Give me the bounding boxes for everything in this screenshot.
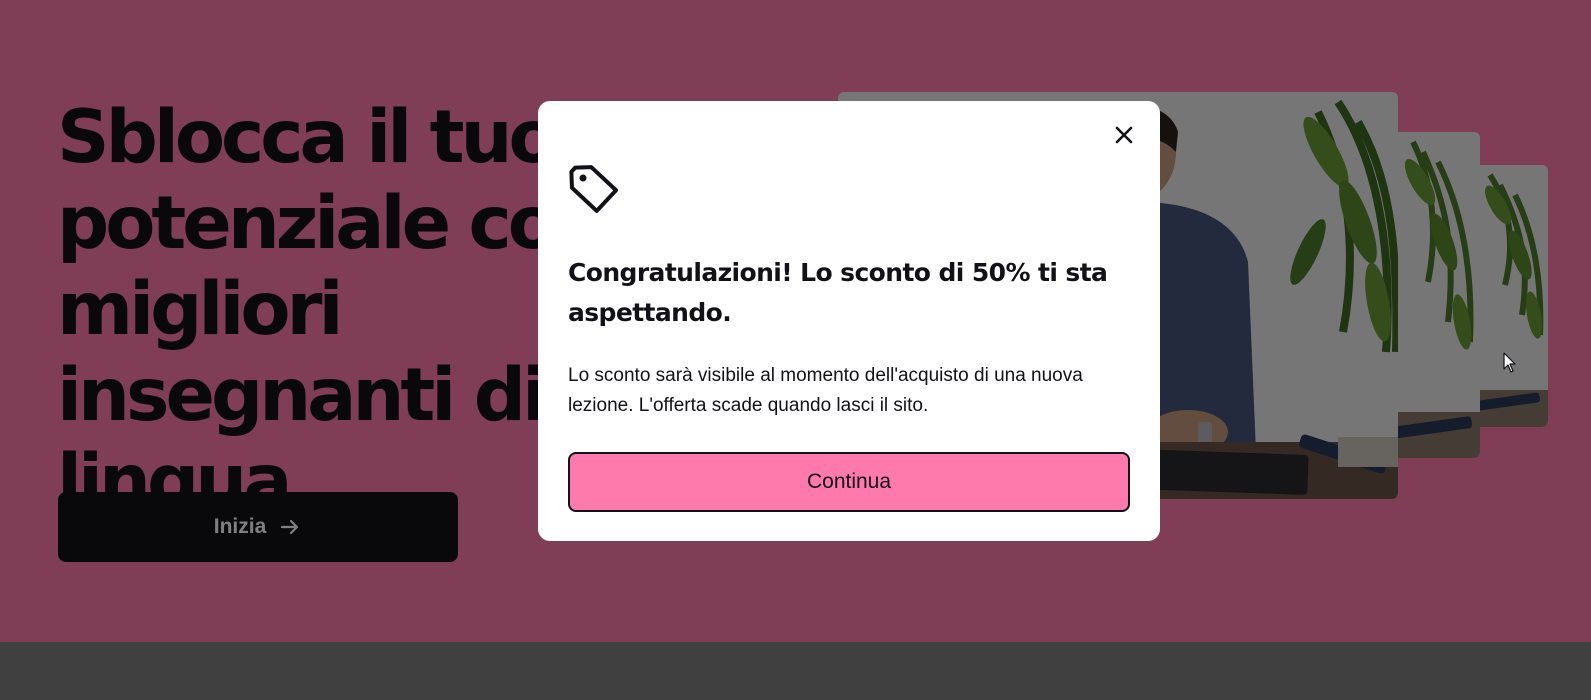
close-button[interactable] — [1106, 119, 1142, 155]
modal-description: Lo sconto sarà visibile al momento dell'… — [568, 365, 1083, 416]
price-tag-icon — [568, 163, 620, 215]
discount-modal: Congratulazioni! Lo sconto di 50% ti sta… — [538, 101, 1160, 541]
continue-button[interactable]: Continua — [568, 452, 1130, 512]
mouse-cursor-icon — [1503, 352, 1517, 374]
continue-button-label: Continua — [806, 470, 892, 493]
close-icon — [1114, 125, 1134, 150]
modal-title: Congratulazioni! Lo sconto di 50% ti sta… — [568, 258, 1108, 327]
